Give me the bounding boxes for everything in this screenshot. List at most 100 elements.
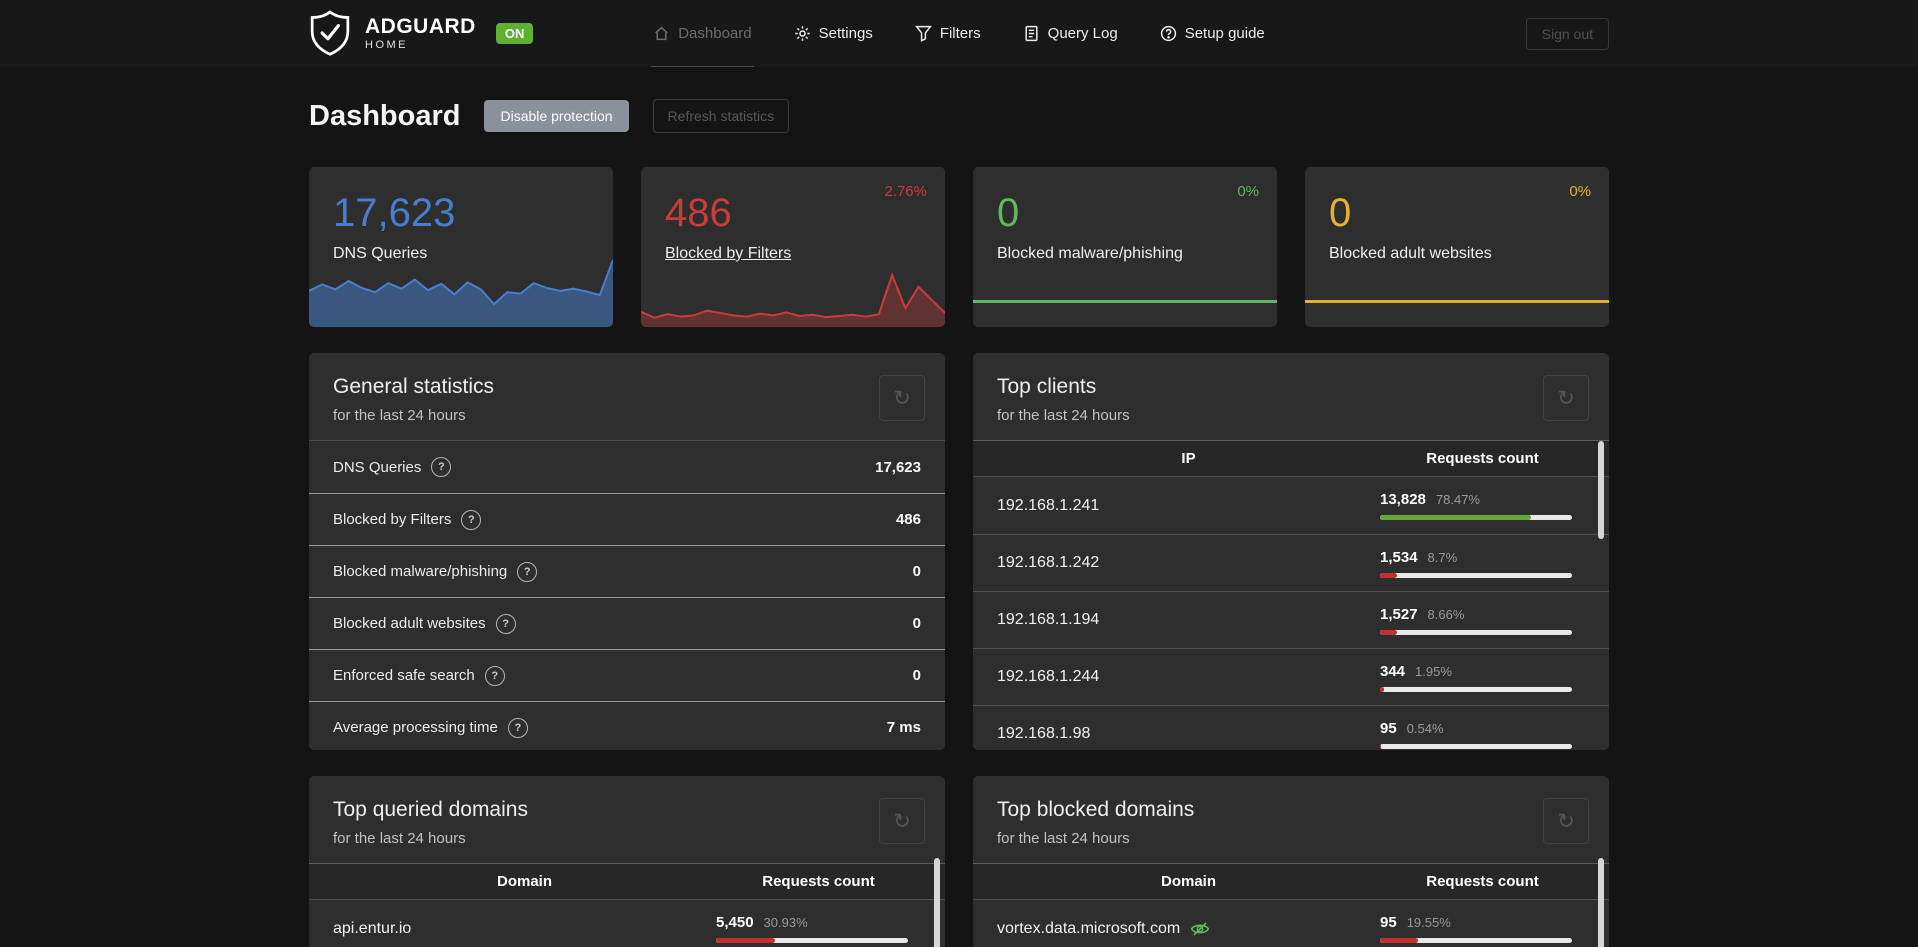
stat-card-value: 486 [665, 191, 732, 235]
main-nav: Dashboard Settings Filters Query Log Setup g… [649, 0, 1269, 67]
help-question-icon[interactable]: ? [507, 717, 528, 738]
scrollbar-thumb[interactable] [1598, 441, 1604, 539]
stat-card-label: Blocked malware/phishing [997, 245, 1183, 262]
row-name[interactable]: 192.168.1.98 [997, 725, 1090, 743]
progress-bar [1380, 572, 1572, 578]
top-blocked-domains-panel: Top blocked domains for the last 24 hour… [973, 776, 1609, 947]
requests-percent: 0.54% [1406, 720, 1444, 736]
progress-bar [1380, 743, 1572, 749]
stat-row-label: Blocked by Filters [333, 511, 452, 528]
stat-row-label: Enforced safe search [333, 667, 475, 684]
column-header-domain: Domain [496, 873, 552, 890]
stat-cards-row: 17,623 DNS Queries 486 2.76% Blocked by Filt… [309, 167, 1609, 327]
scrollbar-thumb[interactable] [934, 858, 940, 947]
stat-row-label: Blocked adult websites [333, 615, 486, 632]
column-header-requests: Requests count [762, 873, 875, 890]
help-question-icon[interactable]: ? [495, 613, 516, 634]
table-row: 192.168.1.242 1,534 8.7% [973, 534, 1609, 591]
stat-row-value: 17,623 [875, 458, 921, 476]
column-header-requests: Requests count [1426, 873, 1539, 890]
nav-item-settings[interactable]: Settings [792, 0, 875, 67]
panel-subtitle: for the last 24 hours [997, 407, 1130, 424]
stat-row-value: 7 ms [886, 719, 921, 736]
requests-percent: 30.93% [763, 915, 808, 930]
scrollbar-thumb[interactable] [1598, 858, 1604, 947]
disable-protection-button[interactable]: Disable protection [484, 100, 629, 132]
requests-count: 5,450 [716, 914, 754, 931]
stat-card-percent: 2.76% [884, 183, 927, 200]
progress-bar [1380, 938, 1572, 943]
refresh-panel-button[interactable]: ↻ [1543, 798, 1589, 844]
brand-name: ADGUARD [365, 15, 476, 38]
row-name[interactable]: api.entur.io [333, 920, 411, 938]
document-icon [1023, 25, 1040, 42]
stat-card-value: 17,623 [333, 191, 456, 235]
general-stat-row: Blocked by Filters? 486 [309, 493, 945, 545]
stat-card-value: 0 [1329, 191, 1352, 235]
stat-row-value: 486 [895, 511, 921, 528]
column-header-domain: Domain [1160, 873, 1216, 890]
progress-bar [1380, 515, 1572, 520]
sign-out-button[interactable]: Sign out [1525, 17, 1609, 50]
stat-card-blocked-by-filters: 486 2.76% Blocked by Filters [641, 167, 945, 327]
general-stat-row: DNS Queries? 17,623 [309, 441, 945, 493]
requests-percent: 78.47% [1435, 492, 1480, 507]
stat-card-label: Blocked adult websites [1329, 245, 1492, 262]
nav-item-query-log[interactable]: Query Log [1021, 0, 1120, 67]
general-stat-row: Enforced safe search? 0 [309, 649, 945, 701]
panels-row-2: Top queried domains for the last 24 hour… [309, 776, 1609, 947]
refresh-panel-button[interactable]: ↻ [1543, 375, 1589, 421]
refresh-panel-button[interactable]: ↻ [879, 375, 925, 421]
column-header-ip: IP [1181, 450, 1196, 467]
panel-subtitle: for the last 24 hours [333, 830, 466, 847]
stat-row-value: 0 [912, 615, 921, 632]
help-question-icon[interactable]: ? [461, 509, 482, 530]
refresh-statistics-button[interactable]: Refresh statistics [652, 99, 790, 133]
general-statistics-rows: DNS Queries? 17,623 Blocked by Filters? 486… [309, 440, 945, 750]
sparkline-flat [1305, 300, 1609, 303]
help-question-icon[interactable]: ? [484, 665, 505, 686]
top-navbar: ADGUARD HOME ON Dashboard Settings Filters… [0, 0, 1918, 67]
requests-percent: 8.7% [1427, 549, 1458, 565]
help-question-icon[interactable]: ? [431, 457, 452, 477]
stat-row-label: Blocked malware/phishing [333, 563, 508, 580]
requests-count: 13,828 [1380, 491, 1426, 508]
dashboard-page: Dashboard Disable protection Refresh sta… [309, 67, 1609, 947]
row-name[interactable]: vortex.data.microsoft.com [997, 920, 1180, 938]
row-name[interactable]: 192.168.1.241 [997, 497, 1099, 515]
row-name[interactable]: 192.168.1.194 [997, 611, 1099, 629]
refresh-panel-button[interactable]: ↻ [879, 798, 925, 844]
sparkline-flat [973, 300, 1277, 303]
nav-item-label: Filters [939, 24, 981, 42]
row-name[interactable]: 192.168.1.242 [997, 554, 1099, 572]
row-name[interactable]: 192.168.1.244 [997, 668, 1099, 686]
gear-icon [794, 25, 811, 42]
question-icon [1160, 25, 1177, 42]
nav-item-label: Setup guide [1184, 24, 1265, 42]
nav-item-label: Dashboard [678, 24, 752, 42]
eye-off-icon[interactable] [1190, 920, 1210, 938]
sparkline-chart [309, 249, 613, 327]
requests-count: 95 [1380, 719, 1397, 737]
requests-count: 95 [1380, 914, 1397, 931]
stat-row-label: DNS Queries [333, 458, 422, 476]
general-stat-row: Average processing time? 7 ms [309, 701, 945, 750]
general-statistics-panel: General statistics for the last 24 hours… [309, 353, 945, 750]
panel-title: Top blocked domains [997, 798, 1195, 821]
stat-card-percent: 0% [1569, 183, 1591, 200]
requests-percent: 1.95% [1415, 663, 1452, 679]
page-title: Dashboard [309, 99, 461, 132]
panel-title: Top clients [997, 375, 1097, 398]
panel-subtitle: for the last 24 hours [333, 407, 466, 424]
progress-bar [1380, 629, 1572, 635]
stat-card-blocked-malware-phishing: 0 0% Blocked malware/phishing [973, 167, 1277, 327]
requests-count: 1,527 [1380, 605, 1418, 623]
general-stat-row: Blocked adult websites? 0 [309, 597, 945, 649]
nav-item-dashboard[interactable]: Dashboard [651, 0, 754, 67]
nav-item-setup-guide[interactable]: Setup guide [1158, 0, 1267, 67]
nav-item-label: Query Log [1047, 24, 1118, 42]
top-clients-rows: 192.168.1.241 13,828 78.47% 192.168.1.242 1,… [973, 477, 1609, 750]
help-question-icon[interactable]: ? [517, 561, 538, 582]
funnel-icon [914, 25, 932, 42]
nav-item-filters[interactable]: Filters [913, 0, 983, 67]
